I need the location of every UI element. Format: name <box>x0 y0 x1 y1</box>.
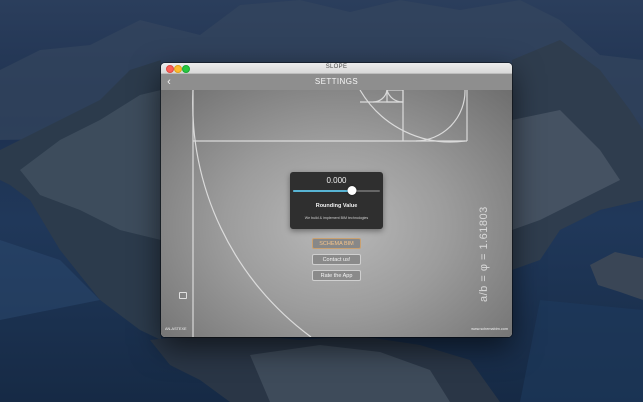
app-window: SLOPE ‹ SETTINGS 0.000 Rounding Value We… <box>161 63 512 337</box>
rounding-value-label: Rounding Value <box>315 203 358 209</box>
window-icon <box>179 292 187 299</box>
rounding-slider[interactable] <box>293 186 380 195</box>
schema-bim-button[interactable]: SCHEMA BIM <box>312 238 361 249</box>
rate-app-button[interactable]: Rate the App <box>312 270 361 281</box>
golden-ratio-text: a/b = φ = 1.61803 <box>478 206 490 302</box>
contact-us-button[interactable]: Contact us! <box>312 254 361 265</box>
settings-content: 0.000 Rounding Value We build & implemen… <box>161 90 512 337</box>
company-tagline: We build & implement BIM technologies <box>304 216 369 220</box>
version-label: AN-ASTEXE <box>165 327 187 331</box>
website-link[interactable]: www.schemabim.com <box>471 327 508 331</box>
slider-fill <box>293 190 353 192</box>
slider-thumb[interactable] <box>347 186 357 195</box>
rounding-value-display: 0.000 <box>326 176 347 185</box>
page-title: SETTINGS <box>314 77 359 86</box>
rounding-panel: 0.000 Rounding Value We build & implemen… <box>290 172 383 229</box>
navigation-bar: ‹ SETTINGS <box>161 74 512 90</box>
titlebar: SLOPE <box>161 63 512 74</box>
window-title: SLOPE <box>325 64 348 70</box>
